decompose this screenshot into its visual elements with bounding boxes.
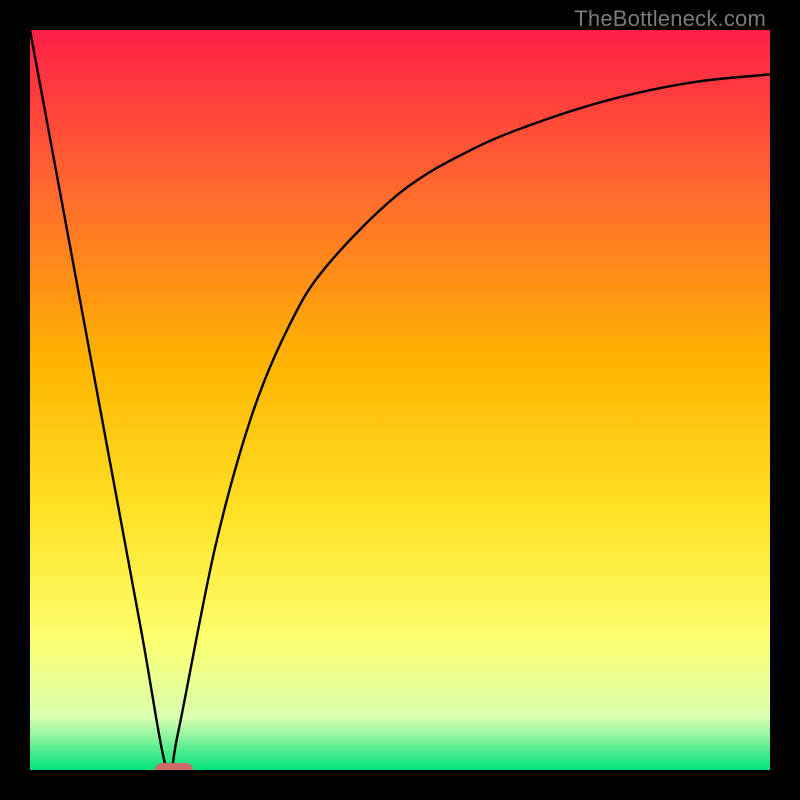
optimum-marker <box>155 763 193 770</box>
curve-layer <box>30 30 770 770</box>
watermark-text: TheBottleneck.com <box>574 6 766 32</box>
plot-area <box>30 30 770 770</box>
chart-root: TheBottleneck.com <box>0 0 800 800</box>
